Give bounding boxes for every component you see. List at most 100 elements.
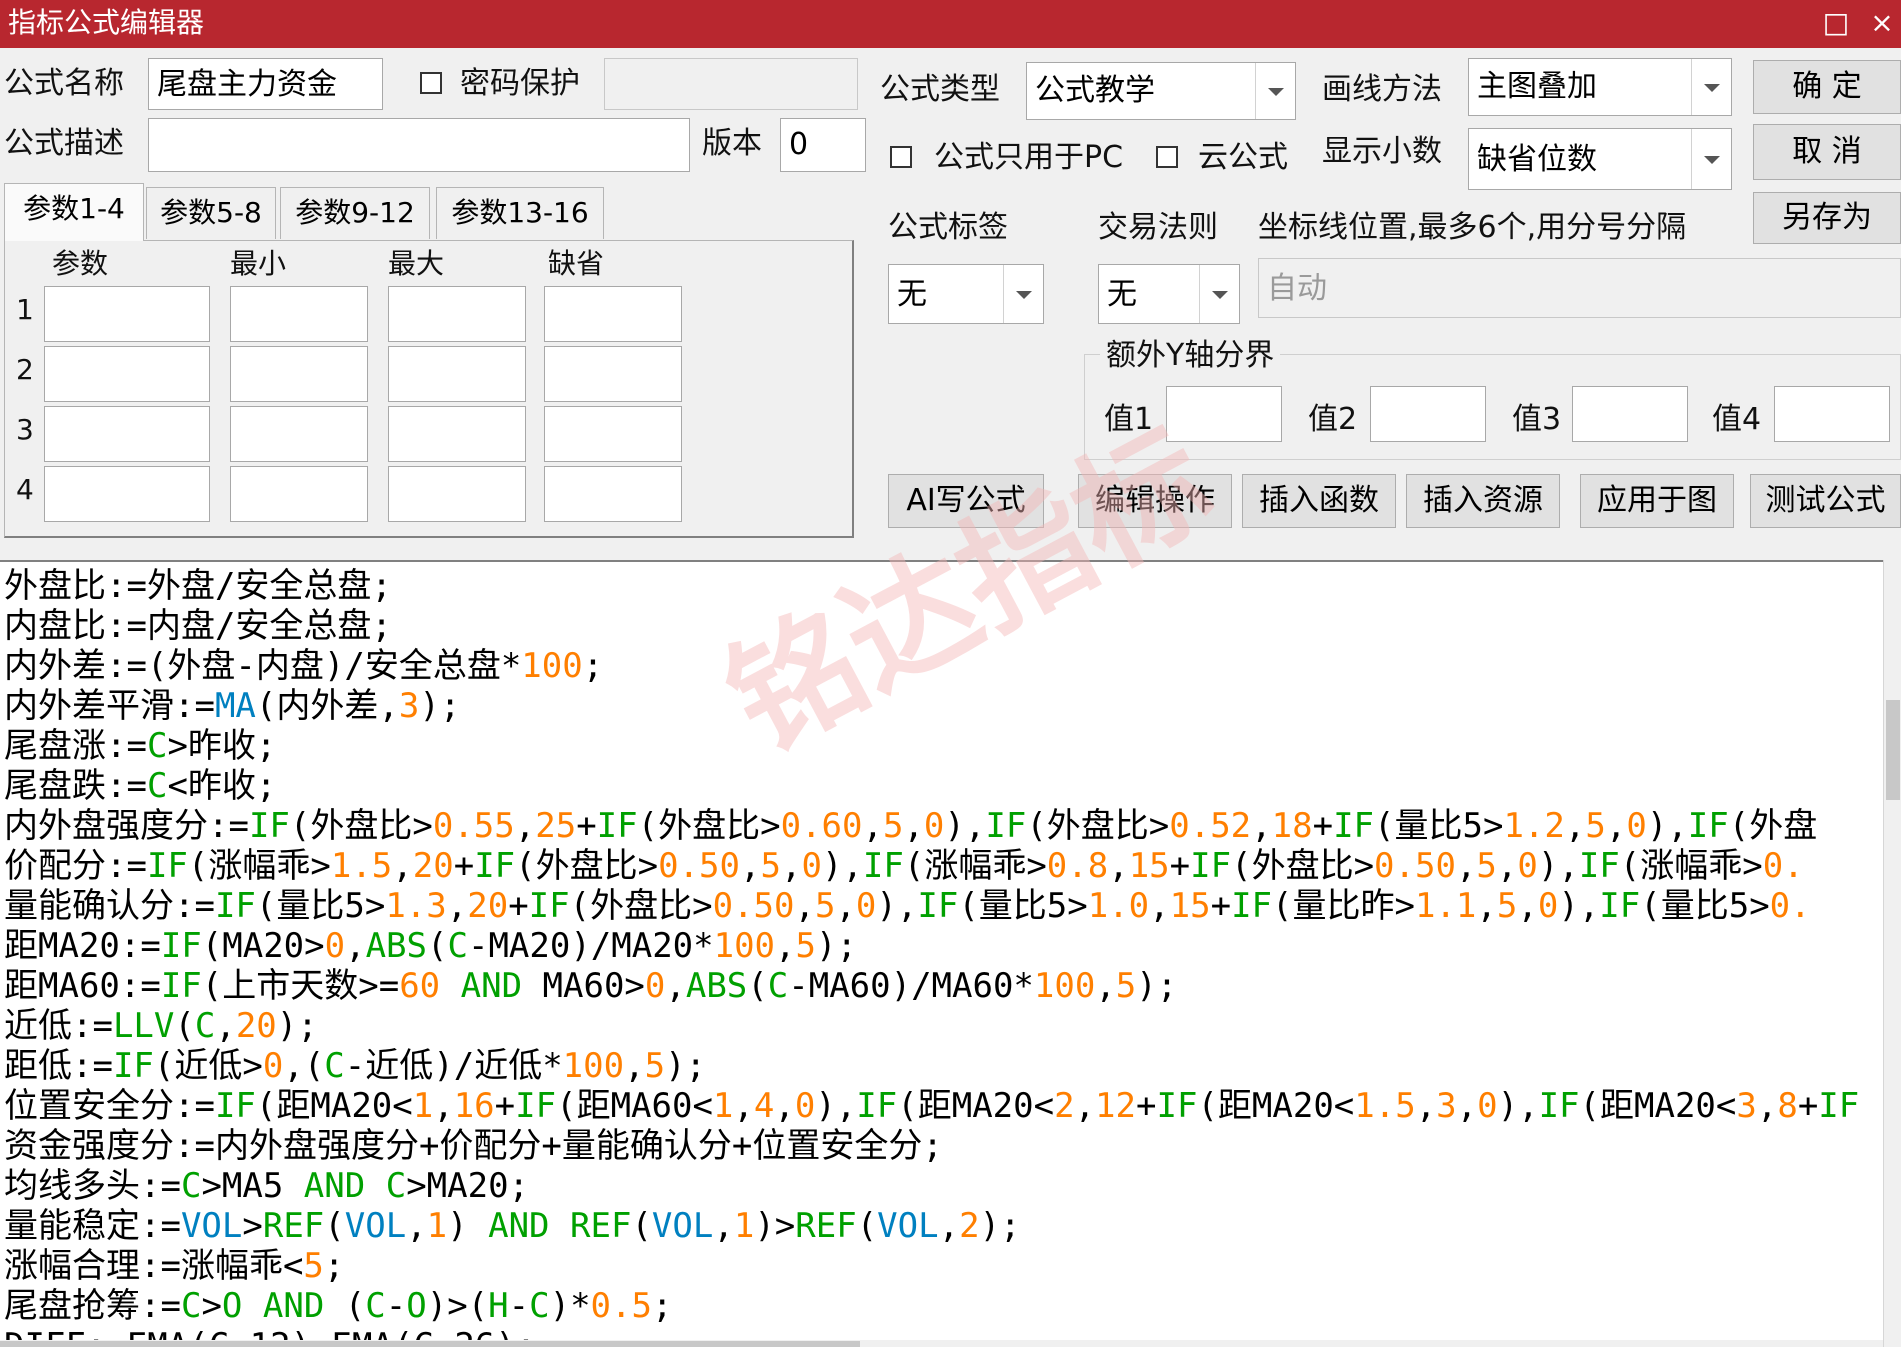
save-as-button[interactable]: 另存为 <box>1753 192 1901 244</box>
code-token: 距低:= <box>4 1046 113 1086</box>
draw-method-select[interactable]: 主图叠加 <box>1468 58 1732 116</box>
tab-params-5-8[interactable]: 参数5-8 <box>146 187 276 239</box>
code-token: - <box>508 1286 530 1326</box>
param-header-min: 最小 <box>230 247 287 280</box>
close-icon[interactable]: × <box>1862 4 1901 42</box>
code-line[interactable]: 尾盘抢筹:=C>O AND (C-O)>(H-C)*0.5; <box>4 1286 1859 1326</box>
chevron-down-icon[interactable] <box>1691 59 1731 115</box>
code-line[interactable]: 位置安全分:=IF(距MA20<1,16+IF(距MA60<1,4,0),IF(… <box>4 1086 1859 1126</box>
value4-input[interactable] <box>1774 386 1890 442</box>
cloud-formula-checkbox[interactable] <box>1156 146 1178 168</box>
cancel-button[interactable]: 取 消 <box>1753 124 1901 180</box>
code-token: 20 <box>467 886 509 926</box>
code-line[interactable]: 近低:=LLV(C,20); <box>4 1006 1859 1046</box>
tab-params-13-16[interactable]: 参数13-16 <box>436 187 604 239</box>
code-token: , <box>1756 1086 1778 1126</box>
formula-desc-input[interactable] <box>148 118 690 172</box>
version-input[interactable]: 0 <box>780 118 866 172</box>
param-name-input[interactable] <box>44 466 210 522</box>
code-token: (距MA20< <box>897 1086 1055 1126</box>
pc-only-checkbox[interactable] <box>890 146 912 168</box>
param-name-input[interactable] <box>44 406 210 462</box>
code-token: ); <box>816 926 857 966</box>
code-token: 0 <box>1517 846 1538 886</box>
password-input[interactable] <box>604 58 858 110</box>
code-token: , <box>446 886 468 926</box>
apply-to-chart-button[interactable]: 应用于图 <box>1580 474 1734 528</box>
code-line[interactable]: 内外盘强度分:=IF(外盘比>0.55,25+IF(外盘比>0.60,5,0),… <box>4 806 1859 846</box>
param-name-input[interactable] <box>44 286 210 342</box>
param-default-input[interactable] <box>544 346 682 402</box>
code-token: )* <box>549 1286 591 1326</box>
value1-input[interactable] <box>1166 386 1282 442</box>
code-token: VOL <box>651 1206 714 1246</box>
code-token: ), <box>1497 1086 1539 1126</box>
code-line[interactable]: 尾盘涨:=C>昨收; <box>4 726 1859 766</box>
param-min-input[interactable] <box>230 346 368 402</box>
tab-params-9-12[interactable]: 参数9-12 <box>280 187 430 239</box>
param-min-input[interactable] <box>230 466 368 522</box>
code-line[interactable]: 距低:=IF(近低>0,(C-近低)/近低*100,5); <box>4 1046 1859 1086</box>
param-max-input[interactable] <box>388 346 526 402</box>
code-token: 0 <box>923 806 945 846</box>
formula-name-input[interactable]: 尾盘主力资金 <box>148 58 383 110</box>
value2-input[interactable] <box>1370 386 1486 442</box>
decimal-select[interactable]: 缺省位数 <box>1468 128 1732 190</box>
code-token: 1 <box>426 1206 448 1246</box>
code-token: 0 <box>262 1046 284 1086</box>
param-default-input[interactable] <box>544 466 682 522</box>
code-line[interactable]: 均线多头:=C>MA5 AND C>MA20; <box>4 1166 1859 1206</box>
code-token: ,( <box>283 1046 325 1086</box>
scrollbar-thumb[interactable] <box>0 1341 860 1347</box>
param-min-input[interactable] <box>230 406 368 462</box>
test-formula-button[interactable]: 测试公式 <box>1750 474 1901 528</box>
coord-line-input[interactable]: 自动 <box>1258 258 1901 318</box>
param-default-input[interactable] <box>544 286 682 342</box>
formula-tag-select[interactable]: 无 <box>888 264 1044 324</box>
code-line[interactable]: 资金强度分:=内外盘强度分+价配分+量能确认分+位置安全分; <box>4 1126 1859 1166</box>
chevron-down-icon[interactable] <box>1255 63 1295 119</box>
code-line[interactable]: 距MA20:=IF(MA20>0,ABS(C-MA20)/MA20*100,5)… <box>4 926 1859 966</box>
vertical-scrollbar[interactable] <box>1883 560 1901 1347</box>
code-line[interactable]: 量能确认分:=IF(量比5>1.3,20+IF(外盘比>0.50,5,0),IF… <box>4 886 1859 926</box>
insert-function-button[interactable]: 插入函数 <box>1242 474 1396 528</box>
formula-type-select[interactable]: 公式教学 <box>1026 62 1296 120</box>
code-token: + <box>576 806 597 846</box>
code-line[interactable]: 涨幅合理:=涨幅乖<5; <box>4 1246 1859 1286</box>
code-token: 60 <box>399 966 441 1006</box>
param-min-input[interactable] <box>230 286 368 342</box>
chevron-down-icon[interactable] <box>1691 129 1731 189</box>
password-checkbox[interactable] <box>420 72 442 94</box>
code-token: >MA20; <box>406 1166 530 1206</box>
horizontal-scrollbar[interactable] <box>0 1340 1883 1347</box>
chevron-down-icon[interactable] <box>1003 265 1043 323</box>
code-line[interactable]: 尾盘跌:=C<昨收; <box>4 766 1859 806</box>
code-token: 尾盘抢筹:= <box>4 1286 181 1326</box>
param-max-input[interactable] <box>388 466 526 522</box>
ok-button[interactable]: 确 定 <box>1753 60 1901 114</box>
code-line[interactable]: 价配分:=IF(涨幅乖>1.5,20+IF(外盘比>0.50,5,0),IF(涨… <box>4 846 1859 886</box>
insert-resource-button[interactable]: 插入资源 <box>1406 474 1560 528</box>
param-max-input[interactable] <box>388 406 526 462</box>
param-row-number: 2 <box>16 353 34 386</box>
param-name-input[interactable] <box>44 346 210 402</box>
param-row-number: 4 <box>16 473 34 506</box>
code-token: ( <box>174 1006 195 1046</box>
param-default-input[interactable] <box>544 406 682 462</box>
tab-params-1-4[interactable]: 参数1-4 <box>4 183 144 241</box>
chevron-down-icon[interactable] <box>1199 265 1239 323</box>
code-token: 2 <box>1054 1086 1075 1126</box>
code-token: , <box>1456 1086 1478 1126</box>
param-max-input[interactable] <box>388 286 526 342</box>
trade-rule-select[interactable]: 无 <box>1098 264 1240 324</box>
code-line[interactable]: 量能稳定:=VOL>REF(VOL,1) AND REF(VOL,1)>REF(… <box>4 1206 1859 1246</box>
window-title: 指标公式编辑器 <box>8 6 205 39</box>
value3-input[interactable] <box>1572 386 1688 442</box>
formula-type-value: 公式教学 <box>1035 73 1155 108</box>
scrollbar-thumb[interactable] <box>1886 700 1900 800</box>
code-line[interactable]: 距MA60:=IF(上市天数>=60 AND MA60>0,ABS(C-MA60… <box>4 966 1859 1006</box>
restore-icon[interactable]: □ <box>1816 4 1856 42</box>
